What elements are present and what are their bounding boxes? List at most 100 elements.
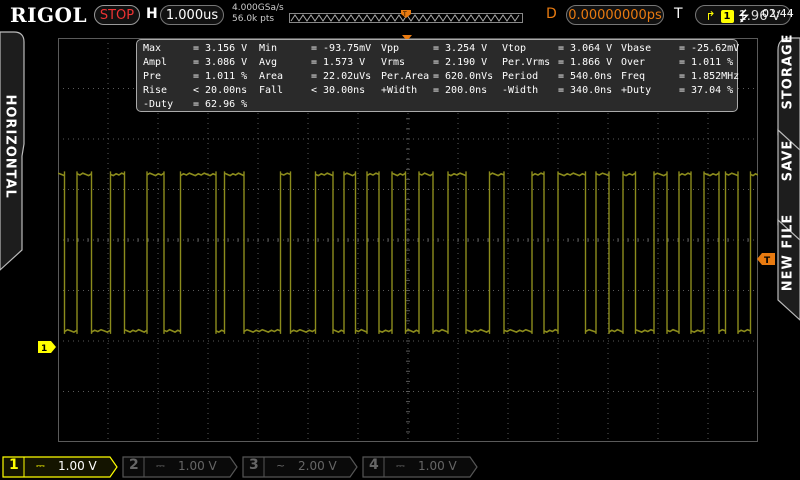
trace-high-segment bbox=[180, 172, 217, 177]
measurement-name: -Duty bbox=[143, 99, 174, 110]
horizontal-label: H bbox=[146, 6, 158, 22]
trace-low-segment bbox=[355, 328, 368, 333]
memory-depth: 56.0k pts bbox=[232, 14, 275, 24]
measurement-value: < 20.00ns bbox=[193, 85, 248, 96]
storage-tab[interactable]: STORAGE bbox=[781, 22, 796, 122]
measurement-value: = 1.852MHz bbox=[679, 71, 740, 82]
measurement-value: = 200.0ns bbox=[433, 85, 488, 96]
coupling-icon: ~ bbox=[276, 459, 286, 472]
measurement-value: = 620.0nVs bbox=[433, 71, 494, 82]
measurement-name: +Duty bbox=[621, 85, 652, 96]
channel-number: 3 bbox=[249, 457, 259, 473]
measurement-value: = 3.254 V bbox=[433, 43, 488, 54]
channel-1-button[interactable]: 1 ⎓ 1.00 V bbox=[2, 456, 118, 478]
trace-low-segment bbox=[718, 328, 726, 333]
trace-low-segment bbox=[635, 328, 655, 333]
trace-high-segment bbox=[391, 172, 406, 177]
channel-3-button[interactable]: 3 ~2.00 V bbox=[242, 456, 358, 478]
channel-2-button[interactable]: 2 ⎓ 1.00 V bbox=[122, 456, 238, 478]
measurement-name: Max bbox=[143, 43, 162, 54]
delay-button[interactable]: 0.00000000ps bbox=[566, 5, 664, 25]
trace-high-segment bbox=[595, 172, 610, 177]
trace-low-segment bbox=[737, 328, 751, 333]
storage-menu-tabs: STORAGE SAVE NEW FILE bbox=[776, 30, 800, 450]
trace-low-segment bbox=[608, 328, 624, 333]
horizontal-tab-label: HORIZONTAL bbox=[2, 94, 18, 199]
trace-high-segment bbox=[489, 172, 505, 177]
measurement-name: Vbase bbox=[621, 43, 652, 54]
measurement-value: = 340.0ns bbox=[558, 85, 613, 96]
trace-low-segment bbox=[405, 328, 420, 334]
trace-low-segment bbox=[124, 328, 148, 334]
measurement-value: = 3.086 V bbox=[193, 57, 248, 68]
measurement-name: Freq bbox=[621, 71, 646, 82]
trace-low-segment bbox=[432, 328, 449, 333]
coupling-icon: ⎓ bbox=[36, 459, 45, 472]
trace-high-segment bbox=[418, 172, 434, 177]
trace-high-segment bbox=[725, 172, 739, 177]
trace-high-segment bbox=[622, 172, 636, 177]
trace-high-segment bbox=[531, 172, 545, 177]
trace-low-segment bbox=[378, 329, 393, 333]
trace-high-segment bbox=[280, 172, 291, 176]
delay-label: D bbox=[546, 6, 557, 22]
trace-high-segment bbox=[703, 172, 720, 177]
trigger-label: T bbox=[674, 6, 683, 22]
trace-low-segment bbox=[543, 328, 559, 334]
trace-high-segment bbox=[76, 172, 92, 177]
measurement-value: = 22.02uVs bbox=[311, 71, 372, 82]
trace-high-segment bbox=[653, 172, 668, 177]
trigger-level-marker-label: T bbox=[764, 256, 771, 265]
measurement-name: Per.Vrms bbox=[502, 57, 551, 68]
measurement-name: Vrms bbox=[381, 57, 406, 68]
brand-logo: RIGOL bbox=[10, 3, 88, 27]
trace-low-segment bbox=[585, 328, 597, 333]
measurement-name: Area bbox=[259, 71, 284, 82]
measurement-value: = 1.011 % bbox=[679, 57, 734, 68]
trace-low-segment bbox=[666, 328, 680, 333]
measurement-value: = 3.156 V bbox=[193, 43, 248, 54]
measurement-value: = 62.96 % bbox=[193, 99, 248, 110]
save-tab[interactable]: SAVE bbox=[781, 111, 796, 211]
trigger-source-badge: 1 bbox=[720, 10, 734, 23]
trace-high-segment bbox=[146, 172, 165, 177]
measurement-name: Pre bbox=[143, 71, 162, 82]
timebase-button[interactable]: 1.000us bbox=[160, 5, 224, 25]
measurement-name: Ampl bbox=[143, 57, 168, 68]
measurement-name: Vtop bbox=[502, 43, 527, 54]
measurement-name: -Width bbox=[502, 85, 539, 96]
measurement-name: Period bbox=[502, 71, 539, 82]
new-file-tab[interactable]: NEW FILE bbox=[781, 203, 796, 303]
measurement-value: = 1.573 V bbox=[311, 57, 366, 68]
horizontal-menu-tab[interactable]: HORIZONTAL bbox=[0, 30, 26, 450]
measurement-value: = 2.190 V bbox=[433, 57, 488, 68]
channel-status-bar: 1 ⎓ 1.00 V 2 ⎓ 1.00 V 3 ~2.00 V 4 ⎓ 1.00 V bbox=[0, 452, 800, 480]
channel-scale: 1.00 V bbox=[58, 459, 97, 473]
ch1-waveform-trace bbox=[58, 171, 758, 334]
coupling-icon: ⎓ bbox=[396, 459, 405, 472]
measurement-value: = 1.011 % bbox=[193, 71, 248, 82]
run-stop-button[interactable]: STOP bbox=[94, 5, 140, 25]
measurement-value: = 3.064 V bbox=[558, 43, 613, 54]
trace-low-segment bbox=[332, 328, 345, 334]
measurement-name: Vpp bbox=[381, 43, 400, 54]
measurement-name: Min bbox=[259, 43, 278, 54]
acquisition-info: 4.000GSa/s 56.0k pts bbox=[232, 3, 284, 25]
channel-4-button[interactable]: 4 ⎓ 1.00 V bbox=[362, 456, 478, 478]
measurement-name: Over bbox=[621, 57, 646, 68]
ch1-ground-marker[interactable]: 1 bbox=[38, 341, 58, 353]
usb-icon: ⭍ bbox=[738, 9, 750, 25]
measurement-value: < 30.00ns bbox=[311, 85, 366, 96]
measurement-name: Per.Area bbox=[381, 71, 430, 82]
trace-high-segment bbox=[343, 172, 356, 177]
memory-position-strip[interactable]: T bbox=[289, 10, 523, 23]
channel-number: 4 bbox=[369, 457, 379, 473]
trace-high-segment bbox=[678, 172, 692, 177]
coupling-icon: ⎓ bbox=[156, 459, 165, 472]
trace-high-segment bbox=[447, 172, 467, 177]
measurement-value: = 540.0ns bbox=[558, 71, 613, 82]
measurement-panel: Max = 3.156 V Min = -93.75mV Vpp = 3.254 V Vto… bbox=[136, 39, 740, 112]
trace-high-segment bbox=[315, 172, 334, 177]
trigger-level-marker[interactable]: T bbox=[757, 253, 775, 265]
measurement-value: = -25.62mV bbox=[679, 43, 740, 54]
